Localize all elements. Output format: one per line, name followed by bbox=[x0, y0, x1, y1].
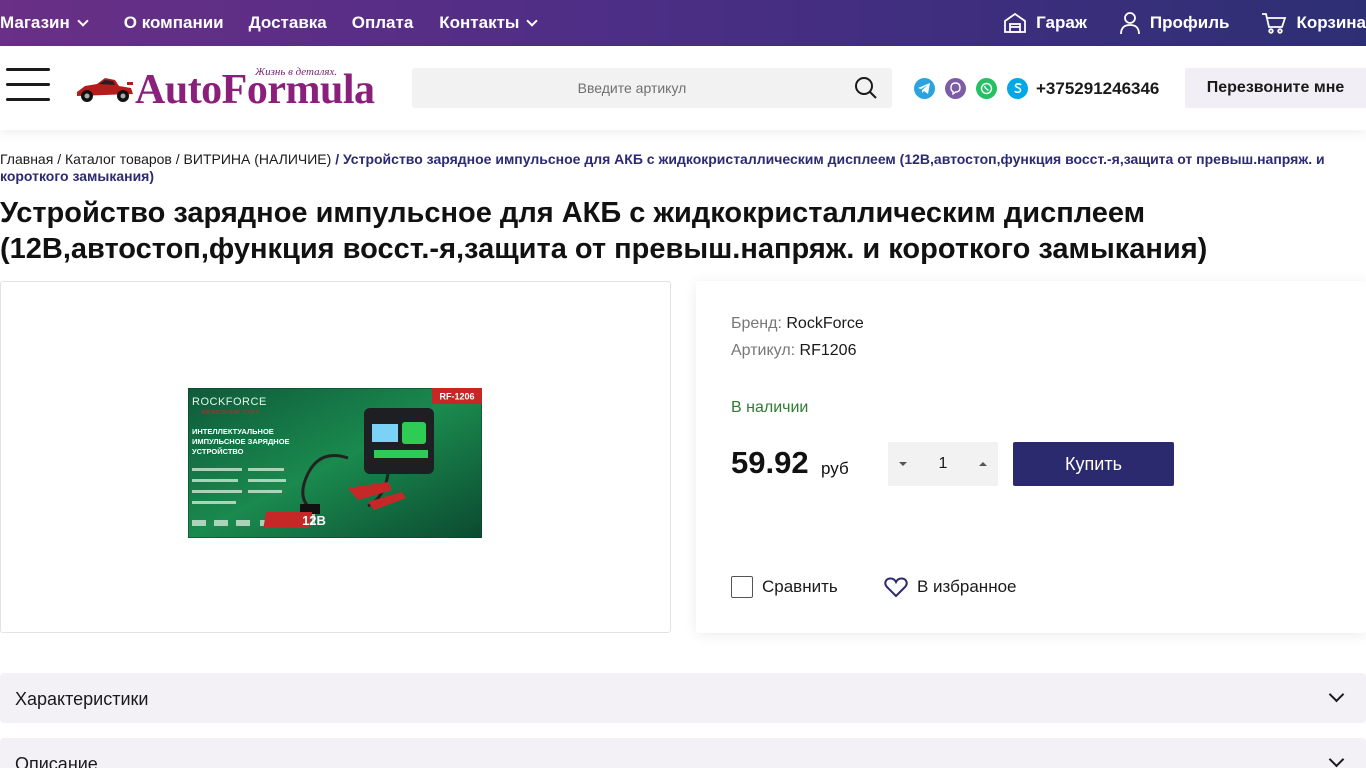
description-accordion-label: Описание bbox=[15, 754, 98, 768]
image-headline-3: УСТРОЙСТВО bbox=[192, 447, 244, 456]
race-car-icon bbox=[77, 78, 133, 102]
menu-icon[interactable] bbox=[6, 68, 50, 102]
search-input[interactable] bbox=[412, 68, 892, 108]
breadcrumb-showcase[interactable]: ВИТРИНА (НАЛИЧИЕ) bbox=[184, 151, 332, 167]
buy-button[interactable]: Купить bbox=[1013, 442, 1174, 486]
model-badge: RF-1206 bbox=[439, 392, 474, 402]
breadcrumb-separator: / bbox=[57, 151, 62, 167]
product-image[interactable]: RF-1206 ROCKFORCE PROFESSIONAL TOOLS ИНТ… bbox=[188, 388, 482, 538]
nav-payment-label: Оплата bbox=[351, 13, 414, 32]
profile-link[interactable]: Профиль bbox=[1119, 11, 1230, 35]
garage-icon bbox=[1004, 12, 1027, 33]
compare-checkbox[interactable] bbox=[731, 576, 753, 598]
compare-label: Сравнить bbox=[762, 577, 838, 596]
nav-delivery-label: Доставка bbox=[248, 13, 327, 32]
quantity-decrease-button[interactable] bbox=[888, 442, 918, 486]
garage-label: Гараж bbox=[1036, 13, 1087, 32]
cart-icon bbox=[1262, 13, 1287, 34]
chevron-down-icon bbox=[1328, 751, 1345, 768]
favorite-toggle[interactable]: В избранное bbox=[884, 576, 1017, 598]
search-icon[interactable] bbox=[854, 76, 878, 100]
brand-label: Бренд: bbox=[731, 315, 782, 332]
top-bar: Магазин О компании Доставка Оплата Конта… bbox=[0, 0, 1366, 46]
social-links bbox=[914, 78, 1038, 99]
breadcrumb-separator: / bbox=[175, 151, 180, 167]
quantity-stepper: 1 bbox=[888, 442, 998, 486]
nav-shop-label: Магазин bbox=[0, 13, 70, 32]
profile-label: Профиль bbox=[1149, 13, 1230, 32]
nav-payment[interactable]: Оплата bbox=[352, 0, 414, 46]
nav-shop[interactable]: Магазин bbox=[0, 0, 89, 46]
viber-icon[interactable] bbox=[945, 78, 966, 99]
favorite-label: В избранное bbox=[917, 577, 1017, 596]
search-box bbox=[412, 68, 892, 108]
user-icon bbox=[1119, 12, 1140, 35]
top-nav: Магазин О компании Доставка Оплата Конта… bbox=[0, 0, 539, 46]
chevron-down-icon bbox=[1328, 686, 1345, 703]
breadcrumb: Главная / Каталог товаров / ВИТРИНА (НАЛ… bbox=[0, 151, 1330, 185]
cart-link[interactable]: Корзина bbox=[1261, 11, 1366, 35]
nav-delivery[interactable]: Доставка bbox=[249, 0, 327, 46]
product-info-panel: Бренд: RockForce Артикул: RF1206 В налич… bbox=[696, 281, 1366, 633]
nav-contacts[interactable]: Контакты bbox=[439, 0, 539, 46]
sku-value: RF1206 bbox=[799, 342, 857, 359]
image-voltage: 12В bbox=[302, 513, 326, 528]
quantity-value[interactable]: 1 bbox=[918, 455, 968, 473]
image-headline-2: ИМПУЛЬСНОЕ ЗАРЯДНОЕ bbox=[192, 437, 290, 446]
breadcrumb-home[interactable]: Главная bbox=[0, 151, 53, 167]
logo-slogan: Жизнь в деталях. bbox=[255, 66, 338, 78]
chevron-down-icon bbox=[77, 14, 89, 27]
image-headline-1: ИНТЕЛЛЕКТУАЛЬНОЕ bbox=[192, 427, 274, 436]
heart-icon bbox=[884, 577, 908, 598]
specs-accordion-label: Характеристики bbox=[15, 689, 149, 709]
site-logo[interactable]: AutoFormula Жизнь в деталях. bbox=[75, 64, 385, 114]
whatsapp-icon[interactable] bbox=[976, 78, 997, 99]
breadcrumb-separator: / bbox=[335, 151, 340, 167]
product-image-panel: RF-1206 ROCKFORCE PROFESSIONAL TOOLS ИНТ… bbox=[0, 281, 671, 633]
nav-about[interactable]: О компании bbox=[124, 0, 224, 46]
sku-row: Артикул: RF1206 bbox=[731, 342, 856, 360]
quantity-increase-button[interactable] bbox=[968, 442, 998, 486]
brand-row: Бренд: RockForce bbox=[731, 315, 864, 333]
telegram-icon[interactable] bbox=[914, 78, 935, 99]
brand-link[interactable]: RockForce bbox=[786, 315, 863, 332]
breadcrumb-catalog[interactable]: Каталог товаров bbox=[65, 151, 172, 167]
site-header: AutoFormula Жизнь в деталях. +3752912463… bbox=[0, 46, 1366, 130]
image-sub-text: PROFESSIONAL TOOLS bbox=[202, 410, 260, 416]
phone-link[interactable]: +375291246346 bbox=[1036, 79, 1159, 99]
description-accordion[interactable]: Описание bbox=[0, 738, 1366, 768]
top-right-nav: Гараж Профиль Корзина bbox=[971, 0, 1366, 46]
caret-down-icon bbox=[899, 462, 907, 466]
caret-up-icon bbox=[979, 462, 987, 466]
price-value: 59.92 bbox=[731, 445, 809, 480]
chevron-down-icon bbox=[526, 14, 539, 27]
skype-icon[interactable] bbox=[1007, 78, 1028, 99]
sku-label: Артикул: bbox=[731, 342, 796, 359]
garage-link[interactable]: Гараж bbox=[1003, 11, 1087, 35]
page-title: Устройство зарядное импульсное для АКБ с… bbox=[0, 197, 1208, 265]
nav-about-label: О компании bbox=[123, 13, 224, 32]
compare-toggle[interactable]: Сравнить bbox=[731, 576, 838, 598]
stock-status: В наличии bbox=[731, 399, 809, 416]
cart-label: Корзина bbox=[1296, 13, 1366, 32]
specs-accordion[interactable]: Характеристики bbox=[0, 673, 1366, 723]
nav-contacts-label: Контакты bbox=[439, 13, 520, 32]
price-currency: руб bbox=[821, 459, 849, 478]
image-brand-text: ROCKFORCE bbox=[192, 396, 267, 408]
callback-button[interactable]: Перезвоните мне bbox=[1185, 68, 1366, 108]
